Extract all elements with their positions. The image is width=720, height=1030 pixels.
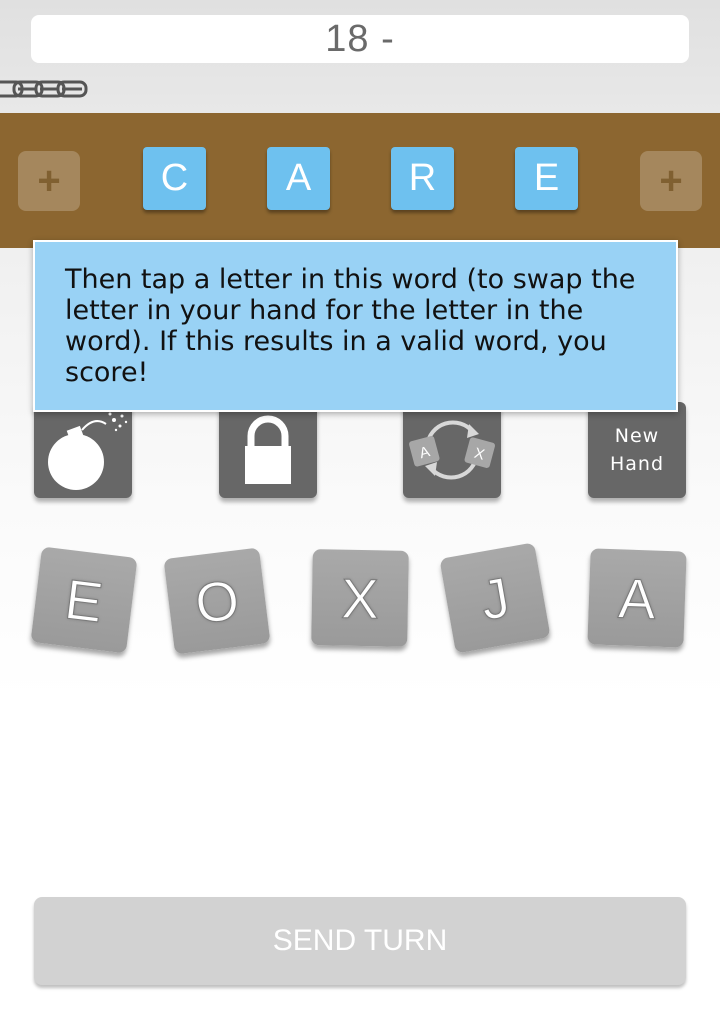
- hand-tile[interactable]: J: [439, 542, 551, 654]
- tooltip-text: Then tap a letter in this word (to swap …: [65, 264, 636, 388]
- new-hand-line2: Hand: [609, 453, 665, 475]
- hand-tile[interactable]: A: [587, 548, 687, 648]
- bomb-icon: [48, 412, 128, 490]
- hand-tile[interactable]: E: [30, 546, 138, 654]
- bomb-button[interactable]: [34, 402, 132, 498]
- send-turn-label: SEND TURN: [272, 924, 448, 957]
- add-letter-right-button[interactable]: +: [640, 151, 702, 211]
- lock-button[interactable]: [219, 402, 317, 498]
- score-text: 18 -: [325, 17, 395, 60]
- word-tile[interactable]: R: [391, 147, 454, 210]
- swap-button[interactable]: A X: [403, 402, 501, 498]
- word-tile[interactable]: A: [267, 147, 330, 210]
- new-hand-label: New Hand: [610, 422, 664, 478]
- hand-tile[interactable]: X: [311, 549, 409, 647]
- plus-icon: +: [37, 158, 61, 203]
- new-hand-line1: New: [614, 425, 660, 447]
- send-turn-button[interactable]: SEND TURN: [34, 897, 686, 985]
- swap-icon: A X: [409, 420, 496, 480]
- lock-icon: [245, 415, 291, 484]
- word-tile[interactable]: C: [143, 147, 206, 210]
- word-strip: [0, 113, 720, 248]
- chain-icon: [0, 80, 88, 98]
- new-hand-button[interactable]: New Hand: [588, 402, 686, 498]
- plus-icon: +: [659, 158, 683, 203]
- hand-tile[interactable]: O: [163, 547, 271, 655]
- score-bar: 18 -: [31, 15, 689, 63]
- word-tile[interactable]: E: [515, 147, 578, 210]
- tutorial-tooltip: Then tap a letter in this word (to swap …: [33, 240, 678, 412]
- add-letter-left-button[interactable]: +: [18, 151, 80, 211]
